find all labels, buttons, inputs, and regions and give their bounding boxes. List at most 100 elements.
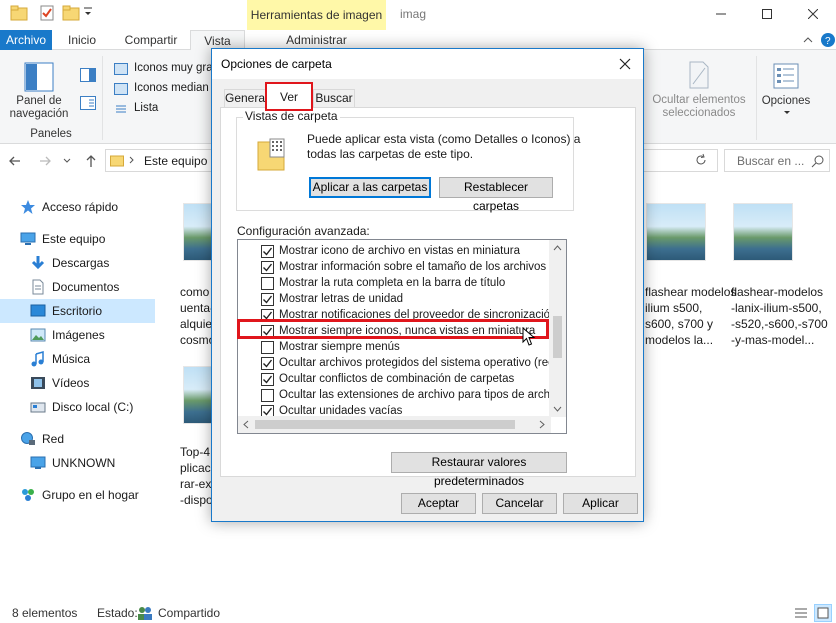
setting-checkbox[interactable] — [261, 372, 274, 386]
setting-row[interactable]: Mostrar siempre menús — [238, 339, 551, 355]
restore-defaults-button[interactable]: Restaurar valores predeterminados — [391, 452, 567, 488]
setting-checkbox[interactable] — [261, 244, 274, 258]
breadcrumb-chevron-icon[interactable] — [128, 155, 136, 165]
customize-toolbar-icon[interactable] — [82, 6, 100, 24]
nav-pictures[interactable]: Imágenes — [0, 323, 155, 347]
setting-checkbox[interactable] — [261, 356, 274, 370]
folder-views-label: Vistas de carpeta — [243, 109, 340, 123]
setting-checkbox[interactable] — [261, 388, 274, 402]
nav-label: Descargas — [52, 256, 110, 270]
nav-label: Música — [52, 352, 91, 366]
nav-label: Escritorio — [52, 304, 103, 318]
search-input[interactable]: Buscar en ... — [724, 149, 830, 172]
layout-option-list[interactable]: Lista — [134, 102, 158, 114]
setting-label: Mostrar información sobre el tamaño de l… — [279, 261, 551, 273]
navigation-pane-button[interactable]: Panel de navegación — [4, 95, 74, 121]
nav-downloads[interactable]: Descargas — [0, 251, 155, 275]
large-icons-view-icon[interactable] — [814, 604, 832, 622]
maximize-button[interactable] — [744, 0, 790, 28]
ribbon-separator — [102, 56, 103, 140]
file-thumbnail[interactable] — [733, 203, 793, 261]
vertical-scrollbar[interactable] — [549, 240, 566, 417]
nav-music[interactable]: Música — [0, 347, 155, 371]
tools-context-title: Herramientas de imagen — [247, 0, 386, 30]
setting-row[interactable]: Mostrar letras de unidad — [238, 291, 551, 307]
search-icon[interactable] — [811, 154, 825, 168]
setting-row[interactable]: Mostrar la ruta completa en la barra de … — [238, 275, 551, 291]
close-window-button[interactable] — [790, 0, 836, 28]
setting-row[interactable]: Mostrar información sobre el tamaño de l… — [238, 259, 551, 275]
new-folder-icon[interactable] — [62, 4, 80, 22]
properties-icon[interactable] — [38, 4, 56, 22]
nav-videos[interactable]: Vídeos — [0, 371, 155, 395]
file-name[interactable]: flashear-modelos -lanix-ilium-s500, -s52… — [731, 284, 828, 348]
tab-general[interactable]: General — [224, 89, 268, 107]
tab-inicio[interactable]: Inicio — [58, 30, 106, 50]
setting-row[interactable]: Mostrar icono de archivo en vistas en mi… — [238, 243, 551, 259]
dialog-close-button[interactable] — [618, 57, 632, 71]
music-icon — [30, 351, 46, 367]
forward-arrow-icon[interactable] — [38, 154, 52, 168]
video-icon — [30, 375, 46, 391]
file-name[interactable]: flashear modelos ilium s500, s600, s700 … — [645, 284, 736, 348]
tab-buscar[interactable]: Buscar — [313, 89, 355, 107]
list-view-icon — [114, 103, 128, 115]
apply-to-folders-button[interactable]: Aplicar a las carpetas — [309, 177, 431, 198]
refresh-icon[interactable] — [694, 153, 708, 167]
setting-checkbox[interactable] — [261, 292, 274, 306]
cursor-icon — [522, 327, 536, 347]
nav-label: Vídeos — [52, 376, 90, 390]
options-button[interactable]: Opciones — [760, 95, 812, 107]
horizontal-scrollbar[interactable] — [238, 416, 551, 433]
breadcrumb-this-pc[interactable]: Este equipo — [144, 154, 207, 168]
advanced-settings-label: Configuración avanzada: — [237, 224, 370, 238]
preview-pane-icon[interactable] — [80, 68, 96, 82]
back-arrow-icon[interactable] — [8, 154, 22, 168]
tab-administrar[interactable]: Administrar — [247, 30, 386, 50]
navigation-pane-icon[interactable] — [24, 62, 54, 92]
up-arrow-icon[interactable] — [84, 154, 98, 168]
accept-button[interactable]: Aceptar — [401, 493, 476, 514]
tab-ver[interactable]: Ver — [265, 82, 313, 111]
nav-label: Documentos — [52, 280, 120, 294]
star-icon — [20, 199, 36, 215]
recent-locations-icon[interactable] — [62, 157, 72, 165]
panes-group-label: Paneles — [30, 128, 72, 140]
nav-this-pc[interactable]: Este equipo — [0, 227, 155, 251]
nav-desktop[interactable]: Escritorio — [0, 299, 155, 323]
setting-row[interactable]: Ocultar archivos protegidos del sistema … — [238, 355, 551, 371]
layout-option-extra-large[interactable]: Iconos muy gra — [134, 62, 213, 74]
setting-label: Ocultar conflictos de combinación de car… — [279, 373, 515, 385]
reset-folders-button[interactable]: Restablecer carpetas — [439, 177, 553, 213]
tab-compartir[interactable]: Compartir — [114, 30, 188, 50]
setting-checkbox[interactable] — [261, 276, 274, 290]
setting-label: Mostrar la ruta completa en la barra de … — [279, 277, 506, 289]
nav-local-disk[interactable]: Disco local (C:) — [0, 395, 155, 419]
monitor-icon — [30, 455, 46, 471]
nav-unknown-device[interactable]: UNKNOWN — [0, 451, 155, 475]
file-name[interactable]: Top-4 plicac rar-ext -dispo — [180, 444, 215, 508]
cancel-button[interactable]: Cancelar — [482, 493, 557, 514]
file-thumbnail[interactable] — [646, 203, 706, 261]
nav-label: UNKNOWN — [52, 456, 116, 470]
nav-network[interactable]: Red — [0, 427, 155, 451]
minimize-button[interactable] — [698, 0, 744, 28]
nav-homegroup[interactable]: Grupo en el hogar — [0, 483, 155, 507]
layout-option-medium[interactable]: Iconos median — [134, 82, 209, 94]
nav-label: Imágenes — [52, 328, 105, 342]
nav-quick-access[interactable]: Acceso rápido — [0, 195, 155, 219]
setting-checkbox[interactable] — [261, 260, 274, 274]
tab-archivo[interactable]: Archivo — [0, 30, 52, 50]
setting-row[interactable]: Ocultar las extensiones de archivo para … — [238, 387, 551, 403]
details-pane-icon[interactable] — [80, 96, 96, 110]
ribbon-collapse-icon[interactable] — [800, 32, 816, 48]
nav-label: Este equipo — [42, 232, 106, 246]
setting-row[interactable]: Ocultar conflictos de combinación de car… — [238, 371, 551, 387]
nav-documents[interactable]: Documentos — [0, 275, 155, 299]
shared-users-icon — [137, 605, 153, 621]
help-icon[interactable]: ? — [820, 32, 836, 48]
apply-button[interactable]: Aplicar — [563, 493, 638, 514]
nav-label: Grupo en el hogar — [42, 488, 139, 502]
setting-checkbox[interactable] — [261, 340, 274, 354]
details-view-icon[interactable] — [793, 605, 809, 621]
